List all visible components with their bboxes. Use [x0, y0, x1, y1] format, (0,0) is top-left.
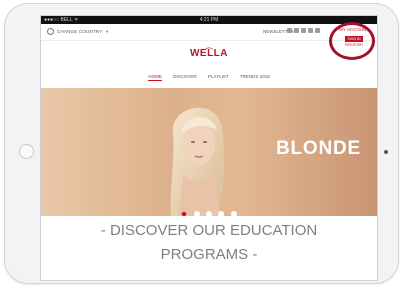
- youtube-icon[interactable]: [315, 28, 320, 33]
- highlight-circle: [329, 22, 375, 60]
- globe-icon: [47, 28, 54, 35]
- carousel-dot[interactable]: [230, 211, 237, 216]
- model-image: [170, 107, 225, 216]
- nav-item-home[interactable]: HOME: [148, 74, 162, 81]
- pinterest-icon[interactable]: [308, 28, 313, 33]
- account-area: MY ACCOUNT SIGN IN REGISTER: [329, 22, 375, 60]
- nav-item-playlist[interactable]: PLAYLIST: [208, 74, 229, 80]
- home-button[interactable]: [19, 144, 34, 159]
- carousel-dot[interactable]: [218, 211, 225, 216]
- carousel-dots: [41, 204, 377, 216]
- facebook-icon[interactable]: [287, 28, 292, 33]
- hero-banner[interactable]: BLONDE: [41, 88, 377, 216]
- wella-logo[interactable]: ︵ WELLA: [189, 43, 229, 59]
- education-promo[interactable]: - DISCOVER OUR EDUCATION PROGRAMS -: [41, 222, 377, 264]
- carousel-dot[interactable]: [193, 211, 200, 216]
- instagram-icon[interactable]: [294, 28, 299, 33]
- ipad-screen: ●●●○○ BELL ᯤ 4:21 PM CHANGE COUNTRY ▾ NE…: [40, 15, 378, 281]
- clock: 4:21 PM: [199, 17, 219, 23]
- carousel-dot[interactable]: [206, 211, 212, 216]
- ipad-device: ●●●○○ BELL ᯤ 4:21 PM CHANGE COUNTRY ▾ NE…: [4, 3, 399, 284]
- nav-item-trends[interactable]: TRENDS 2018: [240, 74, 270, 80]
- chevron-down-icon: ▾: [105, 29, 109, 34]
- twitter-icon[interactable]: [301, 28, 306, 33]
- change-country-dropdown[interactable]: CHANGE COUNTRY ▾: [57, 29, 108, 35]
- social-links: [287, 28, 320, 33]
- logo-text: WELLA: [189, 48, 229, 59]
- top-bar: CHANGE COUNTRY ▾ NEWSLETTER MY ACCOUNT S…: [41, 22, 377, 60]
- nav-item-discover[interactable]: DISCOVER: [173, 74, 197, 80]
- main-nav: HOME DISCOVER PLAYLIST TRENDS 2018: [41, 74, 377, 81]
- status-bar: ●●●○○ BELL ᯤ 4:21 PM: [41, 16, 377, 24]
- carousel-dot[interactable]: [181, 211, 188, 216]
- camera-icon: [384, 150, 388, 154]
- promo-line-2: PROGRAMS -: [160, 246, 258, 263]
- change-country-label: CHANGE COUNTRY: [57, 29, 103, 34]
- promo-line-1: - DISCOVER OUR EDUCATION: [100, 222, 318, 239]
- hero-title: BLONDE: [275, 138, 361, 159]
